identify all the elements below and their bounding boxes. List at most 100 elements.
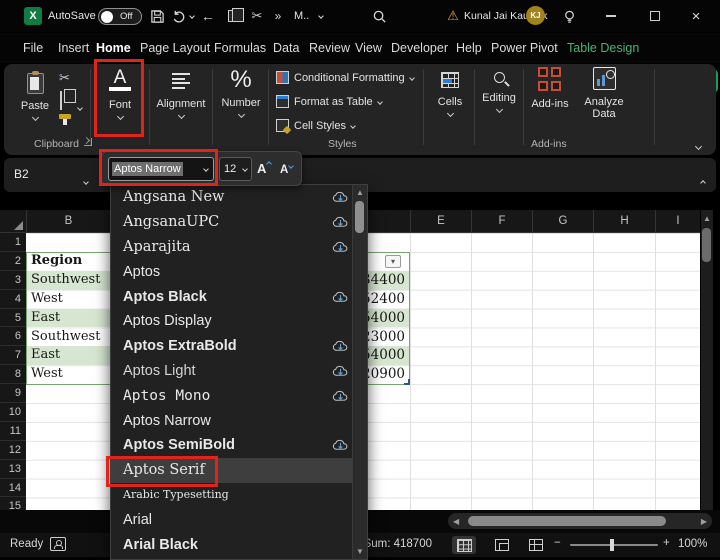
search-icon[interactable]: [370, 0, 388, 32]
cell-styles-button[interactable]: Cell Styles: [276, 119, 355, 132]
format-as-table-button[interactable]: Format as Table: [276, 95, 382, 108]
row-number[interactable]: 15: [0, 497, 26, 510]
scroll-up-arrow[interactable]: ▲: [701, 214, 713, 223]
avatar[interactable]: KJ: [526, 6, 545, 25]
table-filter-button[interactable]: ▾: [385, 255, 401, 268]
cell-b8[interactable]: West: [27, 365, 109, 384]
font-item-aptos-extrabold[interactable]: Aptos ExtraBold: [111, 334, 367, 359]
font-item-arial[interactable]: Arial: [111, 507, 367, 532]
zoom-out-button[interactable]: −: [554, 537, 561, 549]
number-button[interactable]: % Number: [215, 66, 267, 117]
maximize-button[interactable]: [650, 11, 660, 21]
dropdown-scroll-up[interactable]: ▲: [353, 188, 367, 197]
tab-view[interactable]: View: [355, 33, 382, 63]
close-button[interactable]: ×: [688, 0, 704, 32]
tab-page-layout[interactable]: Page Layout: [140, 33, 210, 63]
font-item-aparajita[interactable]: Aparajita: [111, 235, 367, 260]
format-painter-button[interactable]: [59, 114, 71, 119]
row-number[interactable]: 12: [0, 441, 26, 460]
undo-dropdown-chevron[interactable]: [188, 0, 196, 32]
tab-file[interactable]: File: [23, 33, 43, 63]
font-item-aptos-display[interactable]: Aptos Display: [111, 309, 367, 334]
column-header-f[interactable]: F: [471, 210, 532, 233]
tab-review[interactable]: Review: [309, 33, 350, 63]
tab-developer[interactable]: Developer: [391, 33, 448, 63]
row-number[interactable]: 7: [0, 346, 26, 365]
page-break-view-button[interactable]: [524, 536, 548, 554]
undo-icon[interactable]: [170, 0, 188, 32]
copy-icon[interactable]: [224, 0, 242, 32]
font-item-aptos-light[interactable]: Aptos Light: [111, 359, 367, 384]
row-number[interactable]: 13: [0, 460, 26, 479]
lightbulb-icon[interactable]: [560, 0, 578, 32]
tab-help[interactable]: Help: [456, 33, 482, 63]
horizontal-scroll-thumb[interactable]: [468, 516, 666, 526]
tab-insert[interactable]: Insert: [58, 33, 89, 63]
font-item-aptos[interactable]: Aptos: [111, 259, 367, 284]
select-all-button[interactable]: [0, 210, 26, 233]
back-arrow-icon[interactable]: ←: [199, 0, 217, 32]
warning-icon[interactable]: ⚠: [444, 0, 462, 32]
cell-b6[interactable]: Southwest: [27, 328, 109, 347]
normal-view-button[interactable]: [452, 536, 476, 554]
column-header-g[interactable]: G: [532, 210, 593, 233]
row-number[interactable]: 4: [0, 290, 26, 309]
vertical-scroll-thumb[interactable]: [702, 228, 711, 262]
column-header-b[interactable]: B: [26, 210, 110, 233]
conditional-formatting-button[interactable]: Conditional Formatting: [276, 71, 414, 84]
font-size-combo[interactable]: 12: [219, 157, 252, 181]
more-commands-icon[interactable]: »: [271, 0, 285, 32]
font-item-angsanaupc[interactable]: AngsanaUPC: [111, 210, 367, 235]
alignment-button[interactable]: Alignment: [153, 68, 209, 118]
quick-access-more[interactable]: M..: [294, 0, 309, 32]
cell-b3[interactable]: Southwest: [27, 271, 109, 290]
row-number[interactable]: 6: [0, 327, 26, 346]
name-box[interactable]: B2: [14, 167, 29, 181]
font-item-arial-black[interactable]: Arial Black: [111, 532, 367, 557]
font-item-aptos-mono[interactable]: Aptos Mono: [111, 383, 367, 408]
row-number[interactable]: 2: [0, 252, 26, 271]
row-number[interactable]: 9: [0, 384, 26, 403]
cells-button[interactable]: Cells: [428, 68, 472, 116]
row-number[interactable]: 3: [0, 271, 26, 290]
add-ins-button[interactable]: Add-ins: [525, 67, 575, 110]
tab-table-design[interactable]: Table Design: [567, 33, 639, 63]
font-item-angsana-new[interactable]: Angsana New: [111, 185, 367, 210]
decrease-font-size-button[interactable]: A: [280, 160, 293, 178]
row-number[interactable]: 5: [0, 309, 26, 328]
copy-chevron-icon[interactable]: [78, 97, 82, 115]
collapse-ribbon-chevron[interactable]: [696, 136, 701, 154]
formula-bar-expand-chevron[interactable]: [701, 172, 705, 190]
row-number[interactable]: 8: [0, 365, 26, 384]
tab-power-pivot[interactable]: Power Pivot: [491, 33, 558, 63]
copy-button[interactable]: [60, 92, 62, 110]
zoom-in-button[interactable]: +: [663, 537, 670, 549]
column-header-h[interactable]: H: [593, 210, 655, 233]
column-header-e[interactable]: E: [410, 210, 471, 233]
table-resize-handle[interactable]: [404, 379, 410, 385]
dropdown-scrollbar[interactable]: ▲ ▼: [352, 185, 367, 559]
dropdown-scroll-down[interactable]: ▼: [353, 547, 367, 556]
quick-access-chevron[interactable]: [316, 0, 326, 32]
minimize-button[interactable]: [606, 15, 616, 17]
cell-b2[interactable]: Region: [27, 252, 109, 271]
row-number[interactable]: 11: [0, 422, 26, 441]
column-header-i[interactable]: I: [655, 210, 700, 233]
row-number[interactable]: 10: [0, 403, 26, 422]
scroll-right-arrow[interactable]: ▶: [701, 517, 707, 526]
increase-font-size-button[interactable]: A: [257, 160, 271, 178]
row-number[interactable]: 1: [0, 233, 26, 252]
cut-icon[interactable]: ✂: [248, 0, 266, 32]
cut-button[interactable]: ✂: [59, 70, 70, 86]
font-item-aptos-black[interactable]: Aptos Black: [111, 284, 367, 309]
font-item-aptos-semibold[interactable]: Aptos SemiBold: [111, 433, 367, 458]
zoom-level[interactable]: 100%: [678, 538, 707, 550]
analyze-data-button[interactable]: Analyze Data: [578, 67, 630, 120]
save-icon[interactable]: [148, 0, 166, 32]
font-item-aptos-narrow[interactable]: Aptos Narrow: [111, 408, 367, 433]
tab-formulas[interactable]: Formulas: [214, 33, 266, 63]
row-number[interactable]: 14: [0, 479, 26, 498]
autosave-toggle[interactable]: Off: [98, 8, 142, 25]
scroll-left-arrow[interactable]: ◀: [453, 517, 459, 526]
dropdown-scroll-thumb[interactable]: [355, 201, 364, 233]
